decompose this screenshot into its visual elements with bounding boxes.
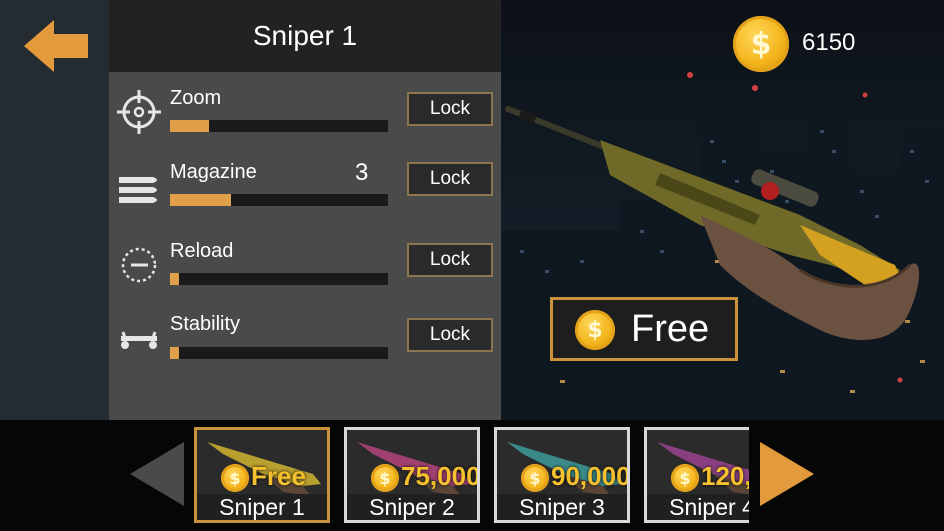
weapon-card-price: 75,000 xyxy=(401,461,480,491)
weapon-card-name: Sniper 2 xyxy=(347,494,477,520)
coin-balance: 6150 xyxy=(802,29,856,56)
weapon-card-name: Sniper 3 xyxy=(497,494,627,520)
back-arrow-icon xyxy=(24,20,88,72)
stat-row-zoom: Zoom Lock xyxy=(109,80,501,150)
coin-icon: $ xyxy=(371,464,399,492)
weapon-title: Sniper 1 xyxy=(109,0,501,72)
stopwatch-icon xyxy=(121,247,157,283)
stat-bar-fill-magazine xyxy=(170,194,232,206)
coin-icon: $ xyxy=(221,464,249,492)
coin-icon: $ xyxy=(671,464,699,492)
stat-label-zoom: Zoom xyxy=(170,87,222,109)
weapon-card[interactable]: $ 90,000 Sniper 3 xyxy=(494,427,630,523)
stat-row-stability: Stability Lock xyxy=(109,310,501,380)
weapon-card[interactable]: $ 120,000 Sniper 4 xyxy=(644,427,749,523)
stat-bar-zoom xyxy=(170,120,388,132)
crosshair-icon xyxy=(117,90,161,134)
stat-bar-magazine xyxy=(170,194,388,206)
coin-icon: $ xyxy=(521,464,549,492)
weapon-card-price: 90,000 xyxy=(551,461,630,491)
buy-free-button[interactable]: $ Free xyxy=(550,297,738,361)
weapon-card-list: $ Free Sniper 1 $ 75,000 Sniper 2 $ 90,0… xyxy=(193,425,749,525)
lock-button-magazine[interactable]: Lock xyxy=(407,162,493,196)
lock-button-stability[interactable]: Lock xyxy=(407,318,493,352)
weapon-card-price: Free xyxy=(251,461,306,491)
right-arrow-icon[interactable] xyxy=(758,440,816,508)
stat-bar-fill-reload xyxy=(170,273,179,285)
back-button[interactable] xyxy=(22,18,90,74)
lock-button-zoom[interactable]: Lock xyxy=(407,92,493,126)
left-arrow-icon[interactable] xyxy=(128,440,186,508)
stat-row-reload: Reload Lock xyxy=(109,235,501,305)
weapon-card-price: 120,000 xyxy=(701,461,749,491)
stat-row-magazine: Magazine 3 Lock xyxy=(109,155,501,225)
weapon-card-name: Sniper 4 xyxy=(647,494,749,520)
weapon-card[interactable]: $ 75,000 Sniper 2 xyxy=(344,427,480,523)
stat-label-magazine: Magazine xyxy=(170,161,257,183)
weapon-card-name: Sniper 1 xyxy=(197,494,327,520)
coin-icon: $ xyxy=(733,16,789,72)
bipod-icon xyxy=(121,331,157,349)
buy-button-label: Free xyxy=(631,308,710,350)
stat-bar-stability xyxy=(170,347,388,359)
coin-icon: $ xyxy=(575,310,615,350)
stat-value-magazine: 3 xyxy=(355,159,369,186)
weapon-card[interactable]: $ Free Sniper 1 xyxy=(194,427,330,523)
stat-label-reload: Reload xyxy=(170,240,234,262)
weapon-stats-panel: Sniper 1 Zoom Lock Magazine 3 Lock Reloa… xyxy=(109,0,501,420)
bullets-icon xyxy=(119,177,157,203)
stat-label-stability: Stability xyxy=(170,313,241,335)
stat-bar-fill-stability xyxy=(170,347,179,359)
stat-bar-reload xyxy=(170,273,388,285)
stat-bar-fill-zoom xyxy=(170,120,210,132)
lock-button-reload[interactable]: Lock xyxy=(407,243,493,277)
